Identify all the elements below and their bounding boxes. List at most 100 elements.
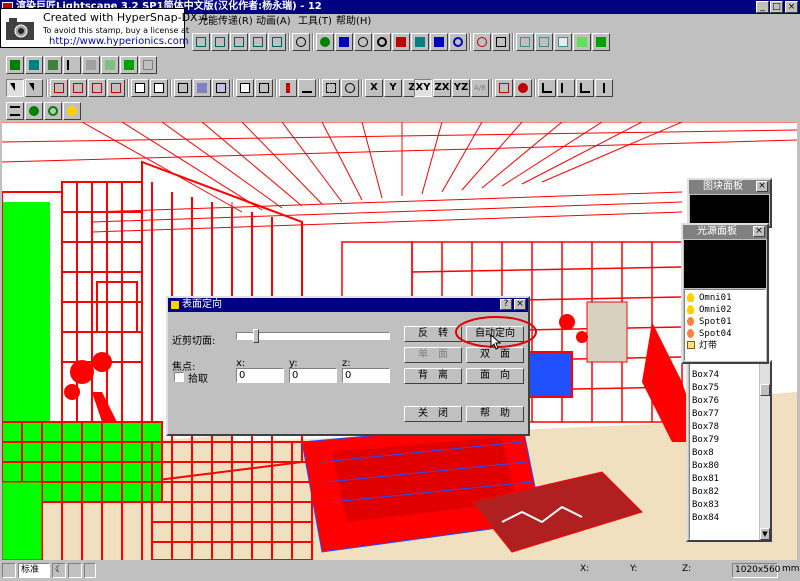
green-square-icon[interactable]: [120, 56, 138, 74]
list-item[interactable]: Box75: [692, 382, 719, 394]
list-item[interactable]: Spot01: [699, 316, 732, 328]
menu-help[interactable]: 帮助(H): [336, 15, 371, 29]
status-layer-icon[interactable]: [68, 563, 82, 578]
light-bulb-icon[interactable]: [63, 102, 81, 120]
look-icon[interactable]: [430, 33, 448, 51]
paste-icon[interactable]: [150, 79, 168, 97]
rotate-axis-icon[interactable]: [341, 79, 359, 97]
dialog-help-button[interactable]: ?: [500, 299, 512, 310]
orbit-icon[interactable]: [354, 33, 372, 51]
zoom-icon[interactable]: [373, 33, 391, 51]
scrollbar-thumb[interactable]: [760, 384, 770, 396]
pan-icon[interactable]: [392, 33, 410, 51]
block-panel-close-button[interactable]: ×: [756, 181, 768, 192]
plane-zx-button[interactable]: ZX: [433, 79, 451, 97]
list-item[interactable]: Box8: [692, 447, 714, 459]
status-extra-icon[interactable]: [84, 563, 96, 578]
block-panel-title[interactable]: 图块面板 ×: [689, 180, 770, 194]
list-item[interactable]: Box83: [692, 499, 719, 511]
light-list[interactable]: Omni01 Omni02 Spot01 Spot04 灯带: [684, 289, 766, 361]
dialog-title-bar[interactable]: 表面定向 ? ×: [168, 298, 528, 312]
dialog-close-button[interactable]: ×: [514, 299, 526, 310]
x-input[interactable]: 0: [236, 368, 284, 383]
axis-y-button[interactable]: Y: [384, 79, 402, 97]
select-light-icon[interactable]: [107, 79, 125, 97]
figure-run-icon[interactable]: [538, 79, 556, 97]
snap-point-icon[interactable]: [514, 79, 532, 97]
dialog-help-action-button[interactable]: 帮 助: [466, 406, 524, 422]
view-right-button[interactable]: [249, 33, 267, 51]
hidden-line-cube-icon[interactable]: [554, 33, 572, 51]
plane-yz-button[interactable]: YZ: [452, 79, 470, 97]
layers-icon[interactable]: [6, 102, 24, 120]
list-item[interactable]: Box76: [692, 395, 719, 407]
view-front-button[interactable]: [192, 33, 210, 51]
moon-icon[interactable]: ☾: [52, 563, 66, 578]
select-arrow-icon[interactable]: [6, 79, 24, 97]
copy-icon[interactable]: [131, 79, 149, 97]
slider-thumb[interactable]: [253, 329, 259, 343]
y-input[interactable]: 0: [289, 368, 337, 383]
clip-plane-slider[interactable]: [236, 329, 390, 343]
layer-icon[interactable]: [25, 56, 43, 74]
material-icon[interactable]: [6, 56, 24, 74]
measure-icon[interactable]: [298, 79, 316, 97]
figure-idle-icon[interactable]: [595, 79, 613, 97]
maximize-button[interactable]: □: [770, 1, 783, 13]
wireframe-cube-icon[interactable]: [516, 33, 534, 51]
list-item[interactable]: Box84: [692, 512, 719, 524]
figure-stand-icon[interactable]: [557, 79, 575, 97]
view-left-button[interactable]: [230, 33, 248, 51]
select-cursor-icon[interactable]: [25, 79, 43, 97]
status-grid-icon[interactable]: [2, 563, 16, 578]
globe-icon[interactable]: [25, 102, 43, 120]
plane-xy-button[interactable]: XY: [414, 79, 432, 97]
figure-walk-icon[interactable]: [576, 79, 594, 97]
alternate-plane-button[interactable]: A/B: [471, 79, 489, 97]
walk-icon[interactable]: [335, 33, 353, 51]
list-item[interactable]: Box82: [692, 486, 719, 498]
pick-checkbox[interactable]: [174, 372, 184, 382]
rotate-view-icon[interactable]: [449, 33, 467, 51]
menu-tools[interactable]: 工具(T): [298, 15, 332, 29]
block-icon[interactable]: [82, 56, 100, 74]
eye-icon[interactable]: [316, 33, 334, 51]
zoom-window-icon[interactable]: [473, 33, 491, 51]
close-button[interactable]: ×: [785, 1, 798, 13]
light-source-icon[interactable]: [44, 56, 62, 74]
menu-animation[interactable]: 动画(A): [256, 15, 291, 29]
snap-icon[interactable]: [495, 79, 513, 97]
z-input[interactable]: 0: [342, 368, 390, 383]
select-block-icon[interactable]: [88, 79, 106, 97]
minimize-button[interactable]: _: [756, 1, 769, 13]
solid-cube-icon[interactable]: [573, 33, 591, 51]
axis-x-button[interactable]: X: [365, 79, 383, 97]
wand-icon[interactable]: [63, 56, 81, 74]
list-item[interactable]: Box81: [692, 473, 719, 485]
move-axis-icon[interactable]: [322, 79, 340, 97]
scroll-down-icon[interactable]: ▼: [760, 528, 770, 540]
list-item[interactable]: Box77: [692, 408, 719, 420]
shaded-cube-icon[interactable]: [592, 33, 610, 51]
transform-icon[interactable]: [255, 79, 273, 97]
list-item[interactable]: 灯带: [699, 340, 717, 352]
light-panel-close-button[interactable]: ×: [753, 226, 765, 237]
add-point-icon[interactable]: [279, 79, 297, 97]
outline-cube-icon[interactable]: [535, 33, 553, 51]
dialog-close-action-button[interactable]: 关 闭: [404, 406, 462, 422]
dolly-icon[interactable]: [411, 33, 429, 51]
orbit-green-icon[interactable]: [44, 102, 62, 120]
select-surface-icon[interactable]: [69, 79, 87, 97]
zoom-extents-icon[interactable]: [292, 33, 310, 51]
toward-button[interactable]: 面 向: [466, 368, 524, 384]
list-item[interactable]: Omni01: [699, 292, 732, 304]
move-selection-icon[interactable]: [174, 79, 192, 97]
list-item[interactable]: Box78: [692, 421, 719, 433]
select-entity-icon[interactable]: [50, 79, 68, 97]
scale-selection-icon[interactable]: [212, 79, 230, 97]
list-item[interactable]: Box80: [692, 460, 719, 472]
layer-list-scrollbar[interactable]: ▼: [760, 362, 770, 540]
layer-list[interactable]: Box74 Box75 Box76 Box77 Box78 Box79 Box8…: [689, 362, 759, 540]
list-item[interactable]: Omni02: [699, 304, 732, 316]
render-icon[interactable]: [139, 56, 157, 74]
